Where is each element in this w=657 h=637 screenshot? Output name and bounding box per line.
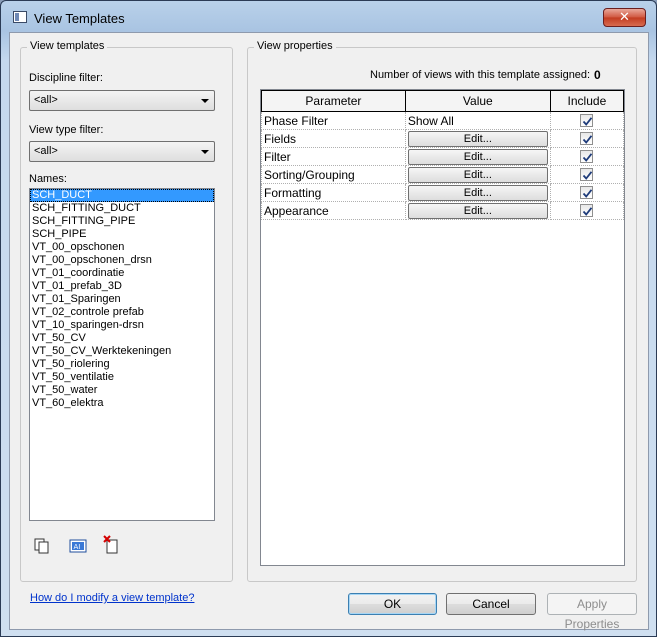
properties-table: Parameter Value Include Phase Filter Show…	[261, 90, 625, 220]
ok-button[interactable]: OK	[348, 593, 437, 615]
apply-properties-button[interactable]: Apply Properties	[547, 593, 637, 631]
properties-table-body: Phase Filter Show All Fields Edit... Filter E…	[261, 111, 625, 220]
list-item[interactable]: VT_60_elektra	[30, 397, 214, 410]
list-item[interactable]: VT_50_water	[30, 384, 214, 397]
checkmark-icon	[583, 117, 593, 126]
checkmark-icon	[583, 135, 593, 144]
window-title: View Templates	[34, 11, 125, 26]
value-cell[interactable]: Show All	[404, 111, 551, 130]
parameter-cell: Phase Filter	[261, 111, 406, 130]
table-row: Formatting Edit...	[261, 183, 625, 202]
template-count-value: 0	[594, 68, 601, 82]
checkmark-icon	[583, 153, 593, 162]
column-header-parameter[interactable]: Parameter	[261, 90, 406, 112]
include-cell	[549, 201, 625, 220]
list-item[interactable]: SCH_DUCT	[30, 189, 214, 202]
include-cell	[549, 165, 625, 184]
view-templates-dialog: View Templates ✕ View templates Discipli…	[0, 0, 657, 637]
view-properties-group: View properties Number of views with thi…	[247, 40, 637, 582]
table-row: Phase Filter Show All	[261, 111, 625, 130]
table-header-row: Parameter Value Include	[261, 90, 625, 112]
title-bar[interactable]: View Templates ✕	[1, 1, 656, 31]
checkmark-icon	[583, 207, 593, 216]
app-window-icon	[13, 11, 27, 23]
include-checkbox[interactable]	[580, 132, 594, 145]
column-header-include[interactable]: Include	[549, 90, 625, 112]
edit-button[interactable]: Edit...	[407, 148, 548, 165]
list-item[interactable]: SCH_PIPE	[30, 228, 214, 241]
parameter-cell: Fields	[261, 129, 406, 148]
include-checkbox[interactable]	[580, 168, 594, 181]
include-cell	[549, 129, 625, 148]
list-item[interactable]: VT_50_riolering	[30, 358, 214, 371]
discipline-filter-select[interactable]: <all>	[29, 90, 215, 111]
view-templates-group-title: View templates	[27, 40, 108, 52]
delete-icon[interactable]	[103, 535, 121, 554]
list-item[interactable]: VT_01_coordinatie	[30, 267, 214, 280]
close-button[interactable]: ✕	[603, 8, 646, 27]
edit-button[interactable]: Edit...	[407, 202, 548, 219]
view-properties-group-title: View properties	[254, 40, 336, 52]
dialog-client-area: View templates Discipline filter: <all> …	[9, 32, 649, 631]
include-checkbox[interactable]	[580, 186, 594, 199]
parameter-cell: Appearance	[261, 201, 406, 220]
parameter-cell: Filter	[261, 147, 406, 166]
include-checkbox[interactable]	[580, 150, 594, 163]
table-row: Sorting/Grouping Edit...	[261, 165, 625, 184]
value-cell: Edit...	[404, 147, 551, 166]
include-cell	[549, 111, 625, 130]
chevron-down-icon	[201, 99, 209, 103]
discipline-filter-label: Discipline filter:	[29, 72, 103, 84]
help-link[interactable]: How do I modify a view template?	[30, 592, 194, 604]
list-item[interactable]: VT_50_CV	[30, 332, 214, 345]
checkmark-icon	[583, 171, 593, 180]
include-checkbox[interactable]	[580, 204, 594, 217]
list-item[interactable]: VT_02_controle prefab	[30, 306, 214, 319]
include-cell	[549, 147, 625, 166]
table-row: Filter Edit...	[261, 147, 625, 166]
list-item[interactable]: VT_10_sparingen-drsn	[30, 319, 214, 332]
chevron-down-icon	[201, 150, 209, 154]
names-label: Names:	[29, 173, 67, 185]
list-item[interactable]: VT_50_CV_Werktekeningen	[30, 345, 214, 358]
table-row: Appearance Edit...	[261, 201, 625, 220]
list-item[interactable]: VT_01_Sparingen	[30, 293, 214, 306]
names-listbox[interactable]: SCH_DUCT SCH_FITTING_DUCT SCH_FITTING_PIPE…	[29, 188, 215, 521]
checkmark-icon	[583, 189, 593, 198]
view-type-filter-label: View type filter:	[29, 124, 104, 136]
value-cell: Edit...	[404, 165, 551, 184]
cancel-button[interactable]: Cancel	[446, 593, 536, 615]
list-item[interactable]: VT_00_opschonen_drsn	[30, 254, 214, 267]
list-item[interactable]: SCH_FITTING_PIPE	[30, 215, 214, 228]
list-item[interactable]: VT_00_opschonen	[30, 241, 214, 254]
view-type-filter-select[interactable]: <all>	[29, 141, 215, 162]
parameter-cell: Formatting	[261, 183, 406, 202]
duplicate-icon[interactable]	[33, 537, 51, 555]
list-item[interactable]: VT_01_prefab_3D	[30, 280, 214, 293]
edit-button[interactable]: Edit...	[407, 130, 548, 147]
properties-grid: Parameter Value Include Phase Filter Show…	[260, 89, 625, 566]
value-text: Show All	[407, 113, 454, 128]
value-cell: Edit...	[404, 183, 551, 202]
value-cell: Edit...	[404, 129, 551, 148]
edit-button[interactable]: Edit...	[407, 184, 548, 201]
list-item[interactable]: SCH_FITTING_DUCT	[30, 202, 214, 215]
include-cell	[549, 183, 625, 202]
view-templates-group: View templates Discipline filter: <all> …	[20, 40, 233, 582]
edit-button[interactable]: Edit...	[407, 166, 548, 183]
discipline-filter-value: <all>	[34, 94, 58, 106]
rename-icon[interactable]: AI	[69, 537, 87, 555]
include-checkbox[interactable]	[580, 114, 594, 127]
column-header-value[interactable]: Value	[404, 90, 551, 112]
list-item[interactable]: VT_50_ventilatie	[30, 371, 214, 384]
parameter-cell: Sorting/Grouping	[261, 165, 406, 184]
value-cell: Edit...	[404, 201, 551, 220]
template-count-label: Number of views with this template assig…	[370, 69, 591, 81]
view-type-filter-value: <all>	[34, 145, 58, 157]
table-row: Fields Edit...	[261, 129, 625, 148]
svg-text:AI: AI	[74, 543, 81, 551]
